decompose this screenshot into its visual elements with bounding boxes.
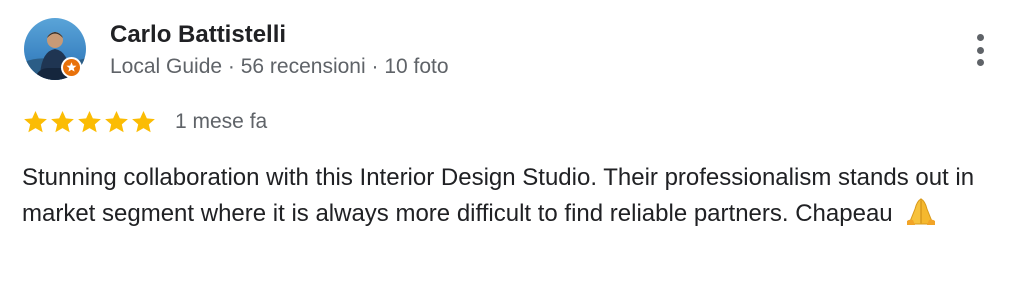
star-icon [132, 110, 155, 133]
more-options-button[interactable] [966, 30, 994, 70]
star-icon [105, 110, 128, 133]
folded-hands-emoji [903, 197, 939, 227]
avatar[interactable] [24, 18, 86, 80]
review-date: 1 mese fa [175, 110, 268, 133]
author-name[interactable]: Carlo Battistelli [110, 21, 286, 49]
review-text: Stunning collaboration with this Interio… [22, 160, 1002, 232]
rating-row: 1 mese fa [22, 108, 267, 136]
star-icon [24, 110, 47, 133]
author-meta[interactable]: Local Guide · 56 recensioni · 10 foto [110, 55, 449, 79]
review-body: Stunning collaboration with this Interio… [22, 164, 975, 227]
more-vert-icon [976, 34, 984, 41]
local-guide-star-icon [61, 57, 82, 78]
star-icon [78, 110, 101, 133]
star-rating [22, 109, 157, 135]
star-icon [51, 110, 74, 133]
review-card: Carlo Battistelli Local Guide · 56 recen… [0, 0, 1024, 292]
